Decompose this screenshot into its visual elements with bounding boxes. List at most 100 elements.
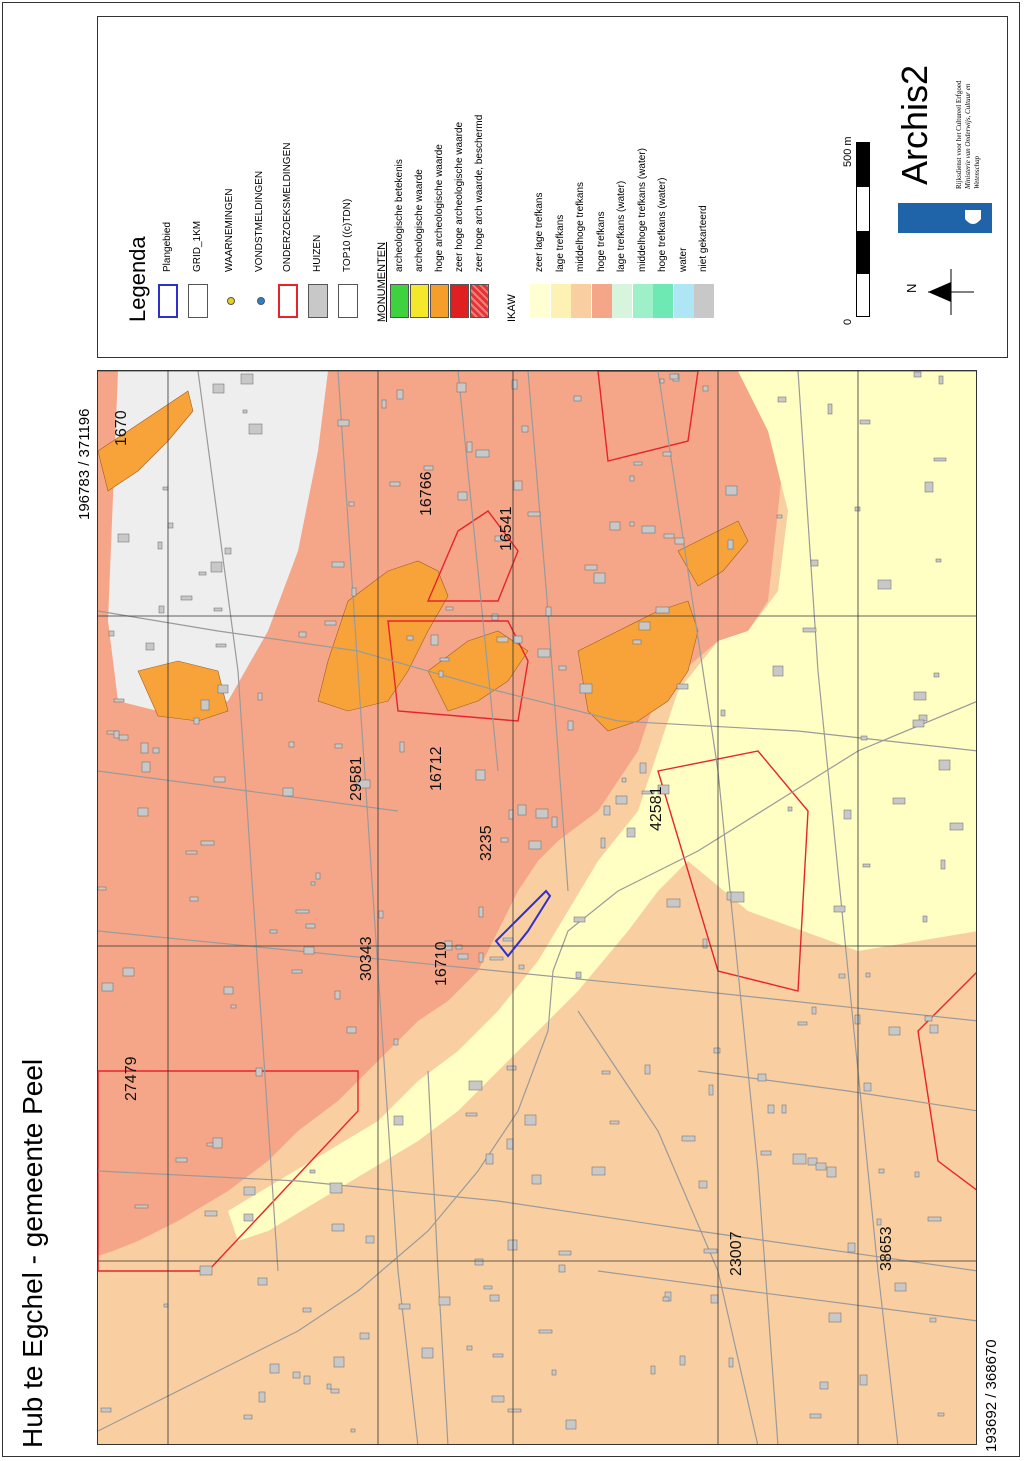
building-6 [200,840,215,846]
building-101 [438,670,444,678]
building-170 [833,905,846,913]
legend-item-label: TOP10 ((c)TDN) [342,198,353,272]
building-61 [558,665,567,671]
building-95 [863,1082,872,1092]
building-24 [489,1294,500,1302]
building-13 [213,607,223,612]
map-panel[interactable]: 1670 16766 16541 16712 29581 3235 30343 16710 42… [97,370,977,1445]
ikaw-swatch-4 [612,284,632,318]
building-41 [666,898,681,908]
building-8 [243,1414,253,1420]
building-88 [609,521,621,531]
north-label: N [904,283,919,293]
building-81 [98,886,107,891]
building-226 [230,1004,237,1009]
building-133 [406,635,414,641]
building-55 [865,972,871,978]
building-205 [828,1312,842,1323]
north-arrow-icon [926,267,976,322]
building-192 [538,1329,553,1334]
grey-swatch [308,284,328,318]
building-236 [213,776,226,783]
ikaw-swatch-6 [653,284,673,318]
building-94 [365,1235,375,1244]
building-208 [101,982,114,992]
building-65 [212,1137,223,1149]
building-122 [531,1174,542,1185]
building-26 [117,533,130,543]
building-224 [456,382,467,393]
building-123 [929,1317,937,1323]
building-4 [674,537,685,545]
monument-swatch-3 [450,284,469,318]
building-38 [257,692,263,701]
building-43 [524,1114,537,1126]
building-138 [819,1381,829,1390]
building-176 [728,1357,734,1368]
map-label-1670: 1670 [113,410,130,446]
building-137 [378,910,384,919]
building-250 [912,719,925,728]
ikaw-label-7: water [677,247,689,272]
map-label-38653: 38653 [878,1226,895,1272]
building-150 [502,937,514,942]
building-132 [500,837,509,843]
white-swatch [338,284,358,318]
building-64 [787,806,793,812]
building-83 [468,1080,483,1091]
building-73 [421,1347,434,1359]
building-162 [535,808,549,819]
scale-zero: 0 [842,318,854,325]
building-210 [158,605,165,614]
map-label-3235: 3235 [478,825,495,861]
building-252 [162,486,169,491]
ikaw-swatch-0 [530,284,550,318]
building-231 [940,859,946,870]
building-134 [224,547,232,555]
building-233 [537,648,551,658]
building-161 [466,1345,473,1351]
building-84 [240,373,254,385]
building-2 [603,805,611,816]
map-canvas [98,371,976,1444]
building-149 [199,1265,213,1276]
building-171 [584,564,598,571]
building-187 [507,1408,522,1413]
building-76 [140,742,149,754]
building-12 [615,795,628,805]
building-246 [257,1277,268,1286]
building-214 [558,1264,566,1273]
building-229 [331,1223,345,1232]
building-175 [517,804,527,816]
map-label-29581: 29581 [348,756,365,802]
building-89 [108,630,115,637]
building-0 [518,964,525,970]
ikaw-swatch-3 [591,284,612,318]
building-206 [295,909,310,914]
building-219 [398,1303,411,1310]
building-259 [929,1024,939,1034]
ikaw-swatch-1 [550,284,571,318]
building-29 [558,1250,572,1256]
building-256 [669,373,679,380]
building-163 [781,1104,787,1114]
building-16 [474,1258,484,1266]
building-125 [430,634,439,646]
building-135 [389,481,401,487]
plangebied-swatch [158,284,178,318]
building-169 [760,1150,772,1156]
building-216 [827,403,833,415]
building-30 [521,425,529,433]
building-129 [579,683,593,694]
building-128 [393,1115,404,1126]
building-74 [483,1285,493,1290]
building-248 [703,1248,718,1254]
building-31 [152,747,160,754]
building-40 [551,816,558,828]
building-50 [269,929,278,934]
building-185 [330,1388,340,1394]
building-209 [258,1391,266,1403]
legend-item-label: ONDERZOEKSMELDINGEN [282,142,293,272]
ikaw-swatch-8 [694,284,714,318]
map-label-23007: 23007 [728,1231,745,1277]
